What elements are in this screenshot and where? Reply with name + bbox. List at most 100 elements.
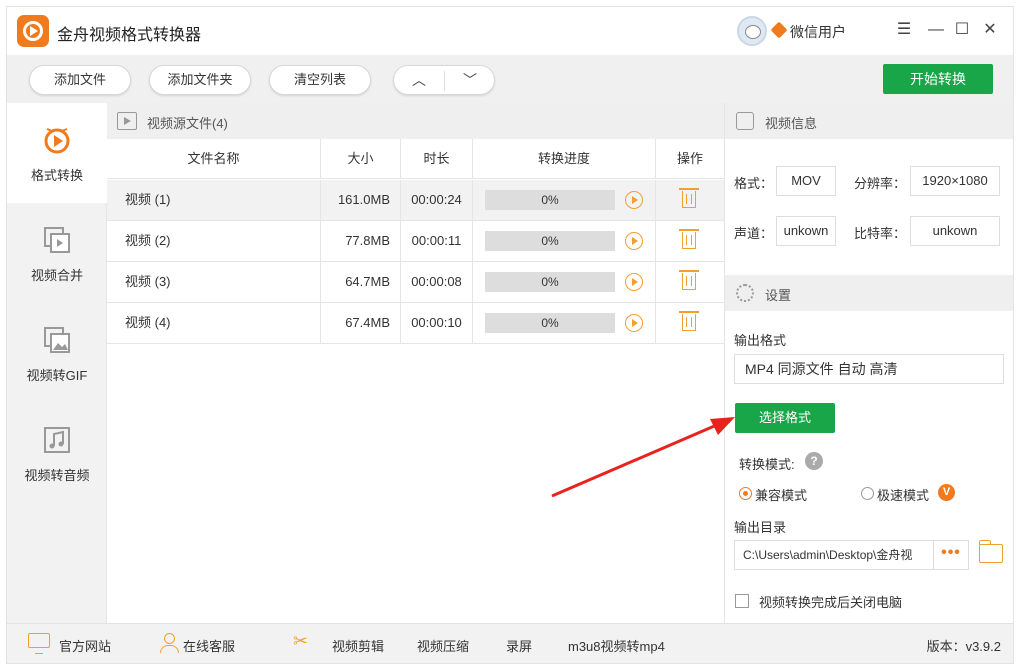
sidebar-item-video-to-gif[interactable]: 视频转GIF: [7, 303, 107, 403]
user-avatar[interactable]: [737, 16, 767, 46]
play-icon[interactable]: [625, 232, 643, 250]
trash-icon[interactable]: [679, 188, 699, 208]
trash-icon[interactable]: [679, 229, 699, 249]
sidebar-item-video-to-audio[interactable]: 视频转音频: [7, 403, 107, 503]
browse-dir-button[interactable]: •••: [934, 540, 969, 570]
app-logo-icon: [17, 15, 49, 47]
video-edit-link[interactable]: 视频剪辑: [332, 636, 384, 655]
video-to-gif-icon: [44, 327, 70, 353]
trash-icon[interactable]: [679, 270, 699, 290]
file-list-title: 视频源文件(4): [147, 116, 228, 131]
mode-fast-label[interactable]: 极速模式: [877, 485, 929, 504]
progress-cell: 0%: [473, 303, 656, 343]
add-file-button[interactable]: 添加文件: [29, 65, 131, 95]
bitrate-value: unkown: [910, 216, 1000, 246]
right-panel: 视频信息 格式： MOV 分辨率： 1920×1080 声道： unkown 比…: [724, 103, 1013, 623]
file-duration: 00:00:11: [401, 221, 473, 261]
customer-service-icon: [159, 633, 181, 653]
video-file-icon: [117, 112, 137, 130]
column-header-name: 文件名称: [107, 139, 321, 179]
file-size: 67.4MB: [321, 303, 401, 343]
m3u8-convert-link[interactable]: m3u8视频转mp4: [568, 636, 665, 655]
table-header: 文件名称 大小 时长 转换进度 操作: [107, 139, 724, 179]
title-bar: 金舟视频格式转换器 微信用户 ☰ — ☐ ✕: [7, 7, 1013, 55]
folder-icon[interactable]: [978, 540, 1003, 563]
add-folder-button[interactable]: 添加文件夹: [149, 65, 251, 95]
output-dir-field[interactable]: C:\Users\admin\Desktop\金舟视: [734, 540, 934, 570]
file-duration: 00:00:24: [401, 180, 473, 220]
vip-badge-icon: V: [938, 484, 955, 501]
format-value: MOV: [776, 166, 836, 196]
sidebar-item-format-convert[interactable]: 格式转换: [7, 103, 107, 203]
actions-cell: [656, 303, 724, 343]
actions-cell: [656, 180, 724, 220]
mode-fast-radio[interactable]: [861, 487, 874, 500]
menu-button[interactable]: ☰: [893, 19, 915, 41]
table-row[interactable]: 视频 (3) 64.7MB 00:00:08 0%: [107, 262, 724, 303]
play-icon[interactable]: [625, 314, 643, 332]
progress-cell: 0%: [473, 221, 656, 261]
channel-label: 声道：: [734, 226, 774, 241]
online-service-link[interactable]: 在线客服: [183, 636, 235, 655]
toolbar: 添加文件 添加文件夹 清空列表 ︿ ﹀ 开始转换: [7, 55, 1013, 103]
choose-format-button[interactable]: 选择格式: [735, 403, 835, 433]
shutdown-checkbox[interactable]: [735, 594, 749, 608]
bottom-bar: 官方网站 在线客服 视频剪辑 视频压缩 录屏 m3u8视频转mp4 版本：v3.…: [7, 623, 1013, 663]
file-duration: 00:00:10: [401, 303, 473, 343]
gear-icon: [736, 284, 754, 302]
clear-list-button[interactable]: 清空列表: [269, 65, 371, 95]
actions-cell: [656, 221, 724, 261]
progress-bar: 0%: [485, 313, 615, 333]
progress-bar: 0%: [485, 190, 615, 210]
video-compress-link[interactable]: 视频压缩: [417, 636, 469, 655]
move-up-button[interactable]: ︿: [394, 66, 444, 94]
resolution-value: 1920×1080: [910, 166, 1000, 196]
vip-diamond-icon: [770, 21, 788, 39]
user-name[interactable]: 微信用户: [790, 22, 846, 42]
official-site-link[interactable]: 官方网站: [59, 636, 111, 655]
sidebar-item-label: 格式转换: [30, 168, 83, 183]
file-name: 视频 (2): [107, 221, 321, 261]
play-icon[interactable]: [625, 273, 643, 291]
video-merge-icon: [44, 227, 70, 253]
output-dir-label: 输出目录: [734, 520, 787, 535]
file-name: 视频 (1): [107, 180, 321, 220]
table-row[interactable]: 视频 (2) 77.8MB 00:00:11 0%: [107, 221, 724, 262]
column-header-actions: 操作: [676, 151, 703, 166]
format-convert-icon: [44, 128, 70, 154]
table-row[interactable]: 视频 (4) 67.4MB 00:00:10 0%: [107, 303, 724, 344]
close-button[interactable]: ✕: [979, 19, 1001, 41]
start-convert-button[interactable]: 开始转换: [883, 64, 993, 94]
sidebar-item-label: 视频合并: [30, 268, 83, 283]
mode-compat-radio[interactable]: [739, 487, 752, 500]
minimize-button[interactable]: —: [925, 19, 947, 41]
progress-cell: 0%: [473, 262, 656, 302]
move-down-button[interactable]: ﹀: [445, 66, 495, 94]
settings-title: 设置: [765, 288, 792, 303]
sidebar-item-label: 视频转GIF: [26, 368, 88, 383]
help-icon[interactable]: ?: [805, 452, 823, 470]
mode-compat-label[interactable]: 兼容模式: [755, 485, 807, 504]
play-icon[interactable]: [625, 191, 643, 209]
resolution-label: 分辨率：: [854, 176, 907, 191]
progress-bar: 0%: [485, 231, 615, 251]
table-row[interactable]: 视频 (1) 161.0MB 00:00:24 0%: [107, 180, 724, 221]
move-buttons: ︿ ﹀: [393, 65, 495, 95]
screen-record-link[interactable]: 录屏: [506, 636, 532, 655]
sidebar-item-video-merge[interactable]: 视频合并: [7, 203, 107, 303]
file-name: 视频 (3): [107, 262, 321, 302]
video-info-header: 视频信息: [725, 103, 1013, 139]
column-header-duration: 时长: [401, 139, 473, 179]
channel-value: unkown: [776, 216, 836, 246]
sidebar-item-label: 视频转音频: [24, 468, 90, 483]
output-format-field[interactable]: MP4 同源文件 自动 高清: [734, 354, 1004, 384]
version-label: 版本：v3.9.2: [926, 639, 1001, 654]
sidebar: 格式转换 视频合并 视频转GIF 视频转音频: [7, 103, 107, 623]
trash-icon[interactable]: [679, 311, 699, 331]
output-format-label: 输出格式: [734, 333, 787, 348]
maximize-button[interactable]: ☐: [951, 19, 973, 41]
video-info-title: 视频信息: [765, 116, 818, 131]
app-title: 金舟视频格式转换器: [57, 27, 202, 44]
video-info-icon: [736, 112, 754, 130]
video-to-audio-icon: [44, 427, 70, 453]
